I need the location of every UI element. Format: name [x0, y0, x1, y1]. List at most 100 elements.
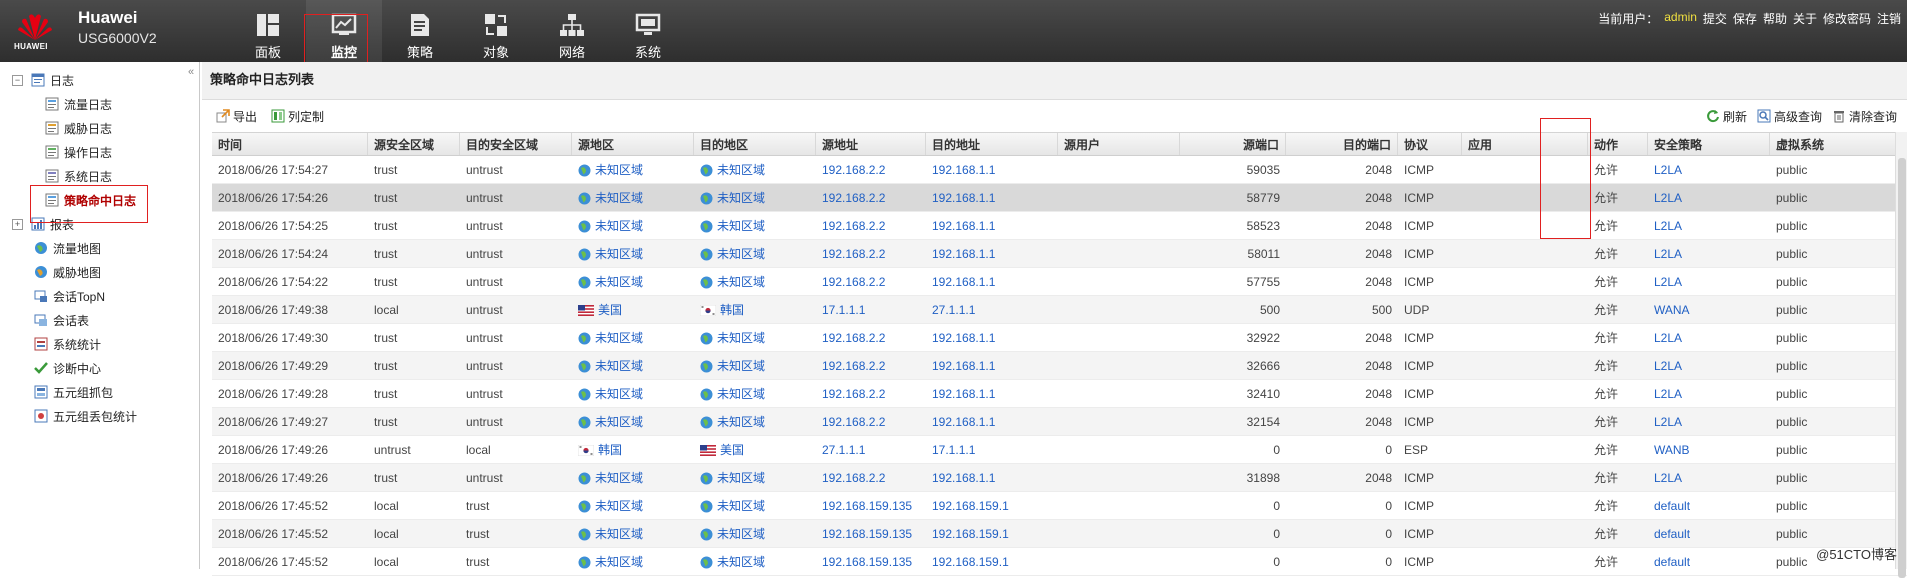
help-link[interactable]: 帮助 — [1763, 10, 1787, 27]
cell-src-region[interactable]: 美国 — [572, 296, 694, 323]
clear-query-button[interactable]: 清除查询 — [1832, 108, 1897, 125]
cell-src-region[interactable]: 未知区域 — [572, 380, 694, 407]
tree-expand-icon[interactable]: + — [12, 219, 23, 230]
logout-link[interactable]: 注销 — [1877, 10, 1901, 27]
cell-dst-address[interactable]: 192.168.1.1 — [926, 380, 1058, 407]
cell-src-region[interactable]: 未知区域 — [572, 352, 694, 379]
region-value[interactable]: 韩国 — [700, 296, 810, 323]
refresh-button[interactable]: 刷新 — [1706, 108, 1747, 125]
column-header-src-zone[interactable]: 源安全区域 — [368, 133, 460, 155]
cell-dst-address[interactable]: 192.168.1.1 — [926, 212, 1058, 239]
sidebar-item-system-stats[interactable]: 系统统计 — [34, 334, 101, 354]
column-header-security-policy[interactable]: 安全策略 — [1648, 133, 1770, 155]
cell-dst-region[interactable]: 韩国 — [694, 296, 816, 323]
table-row[interactable]: 2018/06/26 17:49:28trustuntrust未知区域未知区域1… — [212, 380, 1907, 408]
nav-object[interactable]: 对象 — [458, 0, 534, 62]
column-header-application[interactable]: 应用 — [1462, 133, 1588, 155]
nav-system[interactable]: 系统 — [610, 0, 686, 62]
column-header-src-port[interactable]: 源端口 — [1180, 133, 1286, 155]
cell-dst-region[interactable]: 未知区域 — [694, 156, 816, 183]
sidebar-item-threat-map[interactable]: 威胁地图 — [34, 262, 101, 282]
table-row[interactable]: 2018/06/26 17:54:22trustuntrust未知区域未知区域1… — [212, 268, 1907, 296]
cell-dst-region[interactable]: 未知区域 — [694, 240, 816, 267]
region-value[interactable]: 未知区域 — [578, 548, 688, 575]
table-row[interactable]: 2018/06/26 17:49:30trustuntrust未知区域未知区域1… — [212, 324, 1907, 352]
region-value[interactable]: 未知区域 — [578, 352, 688, 379]
table-row[interactable]: 2018/06/26 17:49:26trustuntrust未知区域未知区域1… — [212, 464, 1907, 492]
region-value[interactable]: 未知区域 — [700, 240, 810, 267]
cell-src-address[interactable]: 192.168.2.2 — [816, 380, 926, 407]
cell-dst-address[interactable]: 192.168.1.1 — [926, 240, 1058, 267]
tree-node-report[interactable]: + 报表 — [12, 214, 74, 234]
cell-dst-region[interactable]: 未知区域 — [694, 492, 816, 519]
region-value[interactable]: 韩国 — [578, 436, 688, 463]
region-value[interactable]: 未知区域 — [700, 156, 810, 183]
table-row[interactable]: 2018/06/26 17:54:25trustuntrust未知区域未知区域1… — [212, 212, 1907, 240]
cell-dst-region[interactable]: 未知区域 — [694, 464, 816, 491]
column-header-dst-region[interactable]: 目的地区 — [694, 133, 816, 155]
region-value[interactable]: 未知区域 — [578, 240, 688, 267]
cell-security-policy[interactable]: default — [1648, 520, 1770, 547]
vertical-scrollbar[interactable] — [1895, 132, 1907, 569]
table-row[interactable]: 2018/06/26 17:45:52localtrust未知区域未知区域192… — [212, 548, 1907, 576]
cell-src-region[interactable]: 未知区域 — [572, 408, 694, 435]
sidebar-item-session-topn[interactable]: 会话TopN — [34, 286, 105, 306]
cell-src-address[interactable]: 192.168.2.2 — [816, 240, 926, 267]
tree-collapse-icon[interactable]: − — [12, 75, 23, 86]
cell-dst-address[interactable]: 192.168.1.1 — [926, 464, 1058, 491]
cell-src-address[interactable]: 192.168.2.2 — [816, 268, 926, 295]
column-header-dst-address[interactable]: 目的地址 — [926, 133, 1058, 155]
region-value[interactable]: 未知区域 — [700, 268, 810, 295]
region-value[interactable]: 未知区域 — [700, 212, 810, 239]
cell-src-region[interactable]: 未知区域 — [572, 212, 694, 239]
cell-security-policy[interactable]: L2LA — [1648, 184, 1770, 211]
cell-src-region[interactable]: 未知区域 — [572, 240, 694, 267]
cell-security-policy[interactable]: L2LA — [1648, 464, 1770, 491]
table-row[interactable]: 2018/06/26 17:45:52localtrust未知区域未知区域192… — [212, 520, 1907, 548]
column-header-time[interactable]: 时间 — [212, 133, 368, 155]
region-value[interactable]: 未知区域 — [700, 464, 810, 491]
region-value[interactable]: 未知区域 — [700, 408, 810, 435]
nav-monitor[interactable]: 监控 — [306, 0, 382, 62]
column-header-virtual-system[interactable]: 虚拟系统 — [1770, 133, 1907, 155]
table-row[interactable]: 2018/06/26 17:49:26untrustlocal韩国美国27.1.… — [212, 436, 1907, 464]
table-row[interactable]: 2018/06/26 17:49:27trustuntrust未知区域未知区域1… — [212, 408, 1907, 436]
cell-dst-region[interactable]: 未知区域 — [694, 408, 816, 435]
region-value[interactable]: 未知区域 — [578, 464, 688, 491]
cell-src-region[interactable]: 未知区域 — [572, 520, 694, 547]
region-value[interactable]: 未知区域 — [578, 156, 688, 183]
commit-link[interactable]: 提交 — [1703, 10, 1727, 27]
cell-dst-address[interactable]: 192.168.1.1 — [926, 324, 1058, 351]
cell-src-address[interactable]: 192.168.2.2 — [816, 156, 926, 183]
region-value[interactable]: 未知区域 — [578, 520, 688, 547]
nav-network[interactable]: 网络 — [534, 0, 610, 62]
cell-security-policy[interactable]: default — [1648, 548, 1770, 575]
region-value[interactable]: 未知区域 — [700, 324, 810, 351]
cell-security-policy[interactable]: L2LA — [1648, 240, 1770, 267]
sidebar-item-system-log[interactable]: 系统日志 — [45, 166, 112, 186]
sidebar-item-threat-log[interactable]: 威胁日志 — [45, 118, 112, 138]
cell-dst-region[interactable]: 未知区域 — [694, 352, 816, 379]
column-header-src-address[interactable]: 源地址 — [816, 133, 926, 155]
cell-dst-address[interactable]: 192.168.1.1 — [926, 352, 1058, 379]
column-header-protocol[interactable]: 协议 — [1398, 133, 1462, 155]
region-value[interactable]: 美国 — [578, 296, 688, 323]
cell-src-region[interactable]: 未知区域 — [572, 324, 694, 351]
cell-dst-address[interactable]: 27.1.1.1 — [926, 296, 1058, 323]
cell-dst-region[interactable]: 未知区域 — [694, 520, 816, 547]
region-value[interactable]: 未知区域 — [700, 184, 810, 211]
cell-security-policy[interactable]: WANB — [1648, 436, 1770, 463]
table-row[interactable]: 2018/06/26 17:49:29trustuntrust未知区域未知区域1… — [212, 352, 1907, 380]
change-password-link[interactable]: 修改密码 — [1823, 10, 1871, 27]
about-link[interactable]: 关于 — [1793, 10, 1817, 27]
cell-src-region[interactable]: 未知区域 — [572, 548, 694, 575]
column-header-src-region[interactable]: 源地区 — [572, 133, 694, 155]
region-value[interactable]: 未知区域 — [578, 212, 688, 239]
cell-src-address[interactable]: 192.168.2.2 — [816, 352, 926, 379]
cell-src-region[interactable]: 未知区域 — [572, 464, 694, 491]
cell-src-address[interactable]: 192.168.2.2 — [816, 324, 926, 351]
cell-src-address[interactable]: 17.1.1.1 — [816, 296, 926, 323]
region-value[interactable]: 未知区域 — [700, 380, 810, 407]
cell-security-policy[interactable]: default — [1648, 492, 1770, 519]
column-header-dst-zone[interactable]: 目的安全区域 — [460, 133, 572, 155]
